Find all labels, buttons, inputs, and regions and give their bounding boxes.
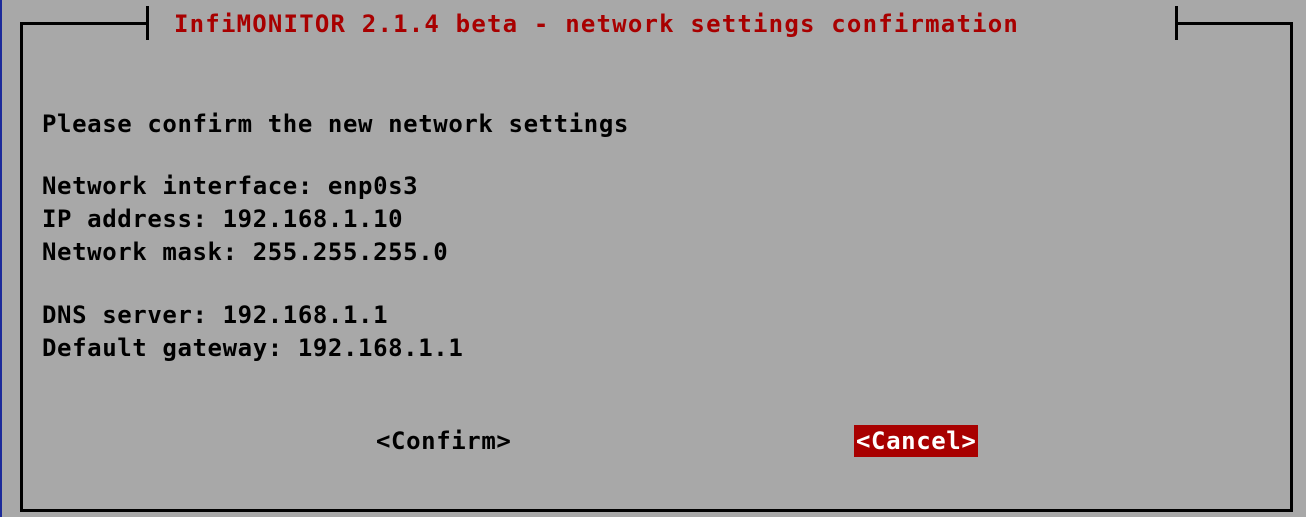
intro-text: Please confirm the new network settings — [42, 110, 629, 138]
frame-title-left-tick — [146, 6, 149, 40]
ip-address-line: IP address: 192.168.1.10 — [42, 205, 404, 233]
default-gateway-line: Default gateway: 192.168.1.1 — [42, 334, 464, 362]
dialog-title: InfiMONITOR 2.1.4 beta - network setting… — [174, 10, 1020, 38]
network-mask-line: Network mask: 255.255.255.0 — [42, 238, 449, 266]
frame-top-right-border — [1178, 22, 1293, 25]
frame-left-border — [20, 22, 23, 512]
dns-server-line: DNS server: 192.168.1.1 — [42, 301, 389, 329]
cancel-button[interactable]: <Cancel> — [854, 425, 979, 457]
confirmation-dialog: InfiMONITOR 2.1.4 beta - network setting… — [2, 0, 1306, 517]
network-interface-line: Network interface: enp0s3 — [42, 172, 419, 200]
frame-right-border — [1290, 22, 1293, 512]
frame-bottom-border — [20, 509, 1293, 512]
frame-top-left-border — [20, 22, 146, 25]
confirm-button[interactable]: <Confirm> — [374, 425, 513, 457]
